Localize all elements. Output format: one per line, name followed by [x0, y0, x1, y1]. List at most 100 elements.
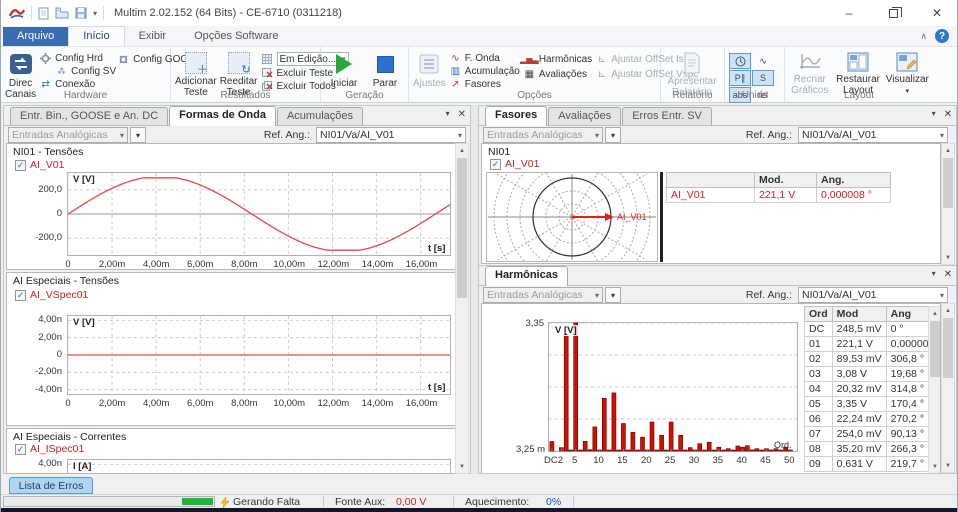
tick-label: 2,00m	[98, 398, 126, 409]
column-header[interactable]	[666, 172, 755, 188]
phasor-splitter[interactable]	[660, 172, 663, 262]
apresentar-relatorio-button[interactable]: Apresentar Relatório	[665, 50, 719, 98]
f-onda-button[interactable]: ∿ F. Onda	[449, 52, 520, 64]
table-row[interactable]: 03 3,08 V 19,68 °	[804, 366, 940, 382]
panel-splitter[interactable]	[471, 105, 478, 474]
table-row[interactable]: 05 3,35 V 170,4 °	[804, 396, 940, 412]
harmonics-scrollbar[interactable]: ▲ ▼	[941, 303, 955, 473]
restaurar-layout-button[interactable]: Restaurar Layout	[834, 50, 883, 96]
column-header[interactable]: Ord	[804, 306, 833, 322]
add-test-icon: ＋	[184, 52, 208, 76]
open-folder-icon[interactable]	[55, 7, 69, 19]
ref-ang-select[interactable]: NI01/Va/AI_V01 ▾	[316, 127, 466, 143]
tab-erros-entr-sv[interactable]: Erros Entr. SV	[622, 107, 712, 125]
tab-harmonicas[interactable]: Harmônicas	[485, 266, 568, 286]
adicionar-teste-button[interactable]: ＋ Adicionar Teste	[175, 50, 217, 98]
unit-sine-button[interactable]: ∿	[752, 53, 774, 69]
tab-entradas-bin[interactable]: Entr. Bin., GOOSE e An. DC	[10, 107, 169, 125]
tick-label: 4,00n	[38, 458, 62, 470]
save-icon[interactable]	[75, 7, 87, 19]
table-row[interactable]: 07 254,0 mV 90,13 °	[804, 426, 940, 442]
tab-avaliacoes[interactable]: Avaliações	[548, 107, 622, 125]
series-checkbox[interactable]: ✓	[15, 159, 26, 171]
app-logo-icon	[9, 9, 25, 19]
tab-arquivo[interactable]: Arquivo	[3, 27, 69, 46]
source-split-button[interactable]: ▾	[605, 287, 621, 303]
column-header[interactable]: Ang.	[816, 172, 891, 188]
pin-menu-icon[interactable]: ▾	[932, 109, 936, 120]
unit-time-button[interactable]	[729, 53, 751, 69]
ref-ang-select[interactable]: NI01/Va/AI_V01 ▾	[798, 287, 948, 303]
harmonicas-button[interactable]: ▂▅▃ Harmônicas	[520, 52, 592, 66]
column-header[interactable]: Mod.	[754, 172, 817, 188]
table-row[interactable]: 06 22,24 mV 270,2 °	[804, 411, 940, 427]
grid-icon	[261, 53, 274, 65]
table-cell: 89,53 mV	[831, 351, 887, 367]
table-row[interactable]: 04 20,32 mV 314,8 °	[804, 381, 940, 397]
close-panel-icon[interactable]: ✕	[944, 269, 952, 280]
ribbon: Direc Canais Config Hrd ⁂ Config SV ⇄ Co…	[1, 47, 957, 103]
source-select[interactable]: Entradas Analógicas ▾	[483, 287, 603, 303]
recriar-graficos-button[interactable]: Recriar Gráficos	[789, 50, 831, 96]
pin-menu-icon[interactable]: ▾	[932, 269, 936, 280]
table-row[interactable]: AI_V01 221,1 V 0,000008 °	[666, 187, 891, 203]
source-select[interactable]: Entradas Analógicas ▾	[483, 127, 603, 143]
tab-acumulacoes[interactable]: Acumulações	[276, 107, 364, 125]
new-file-icon[interactable]	[38, 7, 49, 20]
fasores-button[interactable]: ↗ Fasores	[449, 78, 520, 90]
column-header[interactable]: Mod	[831, 306, 887, 322]
series-label: AI_V01	[30, 159, 65, 171]
collapse-ribbon-icon[interactable]: ∧	[920, 31, 927, 42]
table-row[interactable]: 02 89,53 mV 306,8 °	[804, 351, 940, 367]
acumulacao-button[interactable]: ▥ Acumulação	[449, 65, 520, 77]
table-row[interactable]: 09 0,631 V 219,7 °	[804, 456, 940, 472]
source-select[interactable]: Entradas Analógicas ▾	[8, 127, 128, 143]
avaliacoes-button[interactable]: ▦ Avaliações	[523, 67, 592, 81]
table-row[interactable]: DC 248,5 mV 0 °	[804, 321, 940, 337]
series-checkbox[interactable]: ✓	[490, 158, 501, 170]
conexao-button[interactable]: ⇄ Conexão	[39, 78, 116, 90]
ajustes-button[interactable]: Ajustes	[413, 50, 446, 89]
ribbon-tab-bar: Arquivo Início Exibir Opções Software	[1, 26, 957, 47]
series-checkbox[interactable]: ✓	[15, 443, 26, 455]
iniciar-button[interactable]: Iniciar	[325, 50, 363, 89]
maximize-button[interactable]	[871, 0, 915, 26]
help-icon[interactable]: ?	[935, 29, 949, 43]
qat-dropdown-icon[interactable]: ▾	[93, 9, 97, 18]
harmonics-table-wrap: Ord Mod Ang DC 248,5 mV 0 ° 01 221,1 V 0,000008 …	[804, 306, 940, 473]
tick-label: 12,00m	[317, 259, 350, 270]
tick-label: 200,0	[38, 183, 62, 195]
unit-s-button[interactable]: S	[752, 70, 774, 86]
ref-ang-select[interactable]: NI01/Va/AI_V01 ▾	[798, 127, 948, 143]
left-panel-scrollbar[interactable]: ▲ ▼	[455, 143, 469, 474]
tick-label: I [A]	[72, 461, 93, 472]
source-split-button[interactable]: ▾	[130, 127, 146, 143]
phasors-scrollbar[interactable]: ▲ ▼	[941, 143, 955, 265]
visualizar-button[interactable]: Visualizar ▾	[886, 50, 929, 95]
direc-canais-button[interactable]: Direc Canais	[5, 50, 36, 100]
close-panel-icon[interactable]: ✕	[944, 109, 952, 120]
source-split-button[interactable]: ▾	[605, 127, 621, 143]
pin-menu-icon[interactable]: ▾	[446, 109, 450, 120]
tab-fasores[interactable]: Fasores	[485, 106, 548, 126]
tick-label: t [s]	[427, 243, 447, 254]
close-button[interactable]: ✕	[915, 0, 957, 26]
lista-de-erros-tab[interactable]: Lista de Erros	[9, 477, 93, 494]
series-checkbox[interactable]: ✓	[15, 289, 26, 301]
tab-inicio[interactable]: Início	[68, 26, 125, 46]
close-panel-icon[interactable]: ✕	[458, 109, 466, 120]
parar-button[interactable]: Parar	[366, 50, 404, 89]
tab-opcoes-software[interactable]: Opções Software	[180, 27, 292, 46]
tab-formas-de-onda[interactable]: Formas de Onda	[169, 106, 276, 126]
reeditar-teste-button[interactable]: ↻ Reeditar Teste	[220, 50, 258, 98]
minimize-button[interactable]: –	[827, 0, 871, 26]
table-cell: 05	[804, 396, 833, 412]
unit-p-button[interactable]: P∥	[729, 70, 751, 86]
phasor-icon: ↗	[451, 78, 460, 90]
tab-exibir[interactable]: Exibir	[125, 27, 181, 46]
table-row[interactable]: 08 35,20 mV 266,3 °	[804, 441, 940, 457]
config-hrd-button[interactable]: Config Hrd	[39, 52, 116, 64]
harmonics-table-scrollbar[interactable]: ▲ ▼	[928, 306, 940, 473]
table-row[interactable]: 01 221,1 V 0,000008 °	[804, 336, 940, 352]
config-sv-button[interactable]: ⁂ Config SV	[39, 65, 117, 77]
